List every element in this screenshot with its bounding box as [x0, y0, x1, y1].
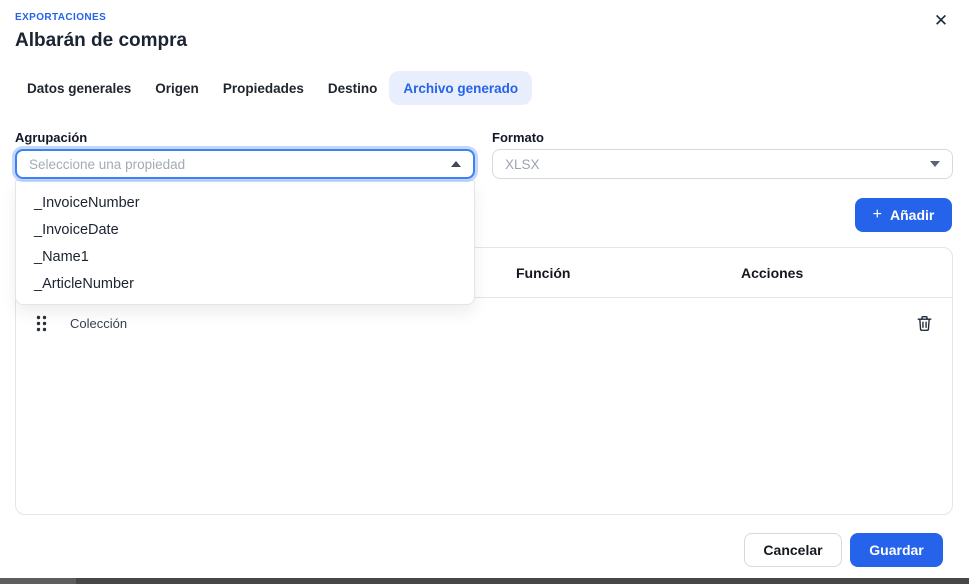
table-header-acciones: Acciones: [741, 265, 952, 281]
table-row: Colección: [16, 298, 952, 348]
tab-propiedades[interactable]: Propiedades: [211, 71, 316, 105]
agrupacion-label: Agrupación: [15, 130, 87, 145]
tab-destino[interactable]: Destino: [316, 71, 390, 105]
save-button[interactable]: Guardar: [850, 533, 943, 567]
agrupacion-select[interactable]: [15, 149, 475, 179]
agrupacion-dropdown-list: _InvoiceNumber _InvoiceDate _Name1 _Arti…: [15, 180, 475, 305]
add-button-label: Añadir: [890, 207, 934, 223]
close-icon[interactable]: ✕: [928, 8, 954, 34]
add-button[interactable]: + Añadir: [855, 198, 952, 232]
dropdown-option-invoicenumber[interactable]: _InvoiceNumber: [16, 189, 474, 216]
dropdown-option-articlenumber[interactable]: _ArticleNumber: [16, 270, 474, 297]
tab-datos-generales[interactable]: Datos generales: [15, 71, 143, 105]
plus-icon: +: [873, 207, 882, 223]
drag-handle-icon[interactable]: [36, 315, 47, 332]
chevron-down-icon: [930, 161, 940, 167]
formato-value: XLSX: [505, 157, 922, 172]
row-property-label: Colección: [70, 316, 127, 331]
formato-label: Formato: [492, 130, 544, 145]
breadcrumb-eyebrow: EXPORTACIONES: [15, 12, 106, 23]
formato-select[interactable]: XLSX: [492, 149, 953, 179]
table-header-funcion: Función: [516, 265, 741, 281]
tab-origen[interactable]: Origen: [143, 71, 211, 105]
cancel-button[interactable]: Cancelar: [744, 533, 842, 567]
window-bottom-edge: [0, 578, 969, 584]
dropdown-option-name1[interactable]: _Name1: [16, 243, 474, 270]
agrupacion-search-input[interactable]: [29, 157, 443, 172]
chevron-up-icon: [451, 161, 461, 167]
export-modal: EXPORTACIONES Albarán de compra ✕ Datos …: [0, 0, 969, 584]
tab-archivo-generado[interactable]: Archivo generado: [389, 71, 532, 105]
page-title: Albarán de compra: [15, 30, 187, 52]
trash-icon: [917, 315, 932, 332]
tab-bar: Datos generales Origen Propiedades Desti…: [15, 71, 532, 105]
dropdown-option-invoicedate[interactable]: _InvoiceDate: [16, 216, 474, 243]
delete-row-button[interactable]: [915, 313, 934, 334]
